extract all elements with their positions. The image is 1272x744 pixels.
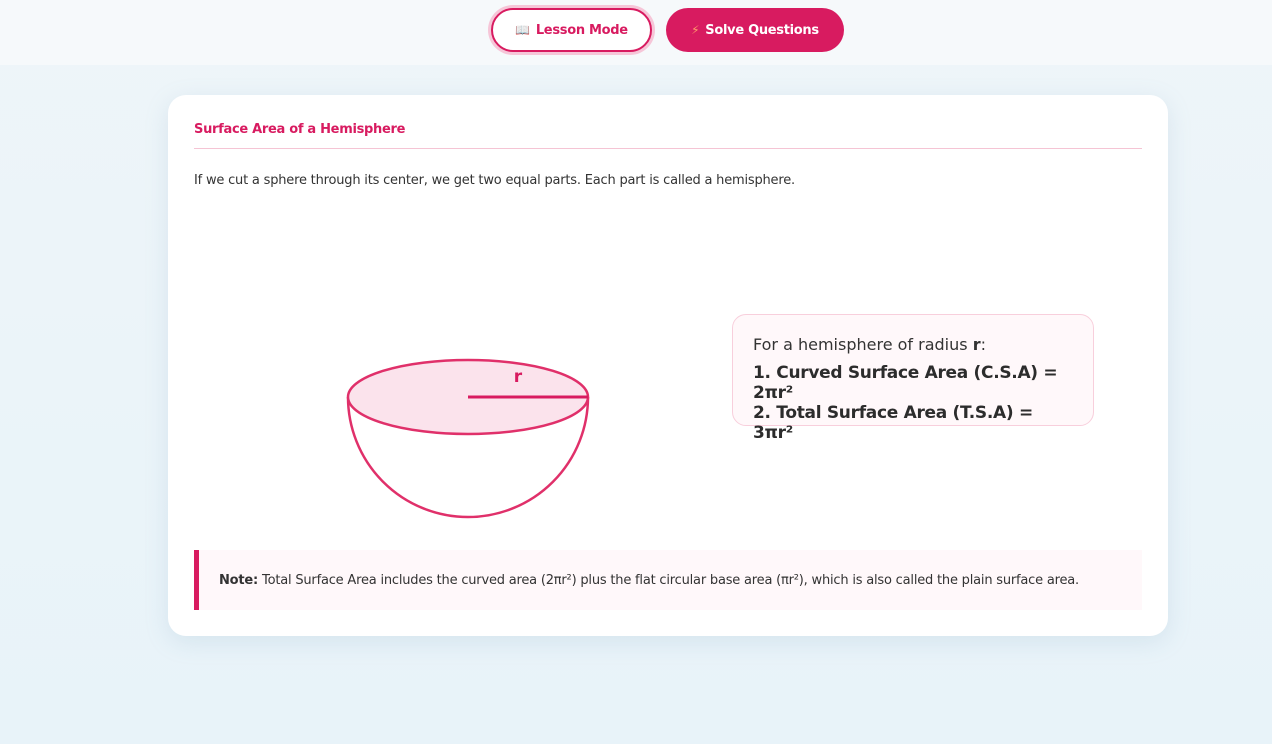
lesson-intro-text: If we cut a sphere through its center, w…: [194, 173, 795, 188]
lesson-mode-label: Lesson Mode: [535, 22, 628, 38]
lesson-card: Surface Area of a Hemisphere If we cut a…: [168, 95, 1168, 636]
formula-lead-text: For a hemisphere of radius: [753, 335, 973, 354]
note-text: Total Surface Area includes the curved a…: [262, 572, 1079, 588]
open-book-icon: 📖: [515, 23, 530, 37]
hemisphere-diagram: r: [346, 358, 590, 519]
lesson-title: Surface Area of a Hemisphere: [194, 122, 406, 137]
formula-lead: For a hemisphere of radius r:: [753, 335, 1073, 354]
solve-questions-label: Solve Questions: [705, 22, 819, 38]
lesson-mode-button[interactable]: 📖 Lesson Mode: [491, 8, 652, 52]
top-navigation-bar: 📖 Lesson Mode ⚡ Solve Questions: [0, 0, 1272, 65]
lightning-icon: ⚡: [691, 23, 700, 37]
formula-radius-variable: r: [972, 335, 981, 354]
csa-formula: 1. Curved Surface Area (C.S.A) = 2πr²: [753, 363, 1058, 403]
note-callout: Note: Total Surface Area includes the cur…: [194, 550, 1142, 610]
formula-box: For a hemisphere of radius r: 1. Curved …: [732, 314, 1094, 443]
note-label: Note:: [219, 572, 259, 588]
tsa-formula: 2. Total Surface Area (T.S.A) = 3πr²: [753, 403, 1033, 443]
title-divider: [194, 148, 1142, 149]
formula-lead-suffix: :: [980, 335, 986, 354]
radius-label: r: [514, 367, 523, 387]
solve-questions-button[interactable]: ⚡ Solve Questions: [666, 8, 844, 52]
